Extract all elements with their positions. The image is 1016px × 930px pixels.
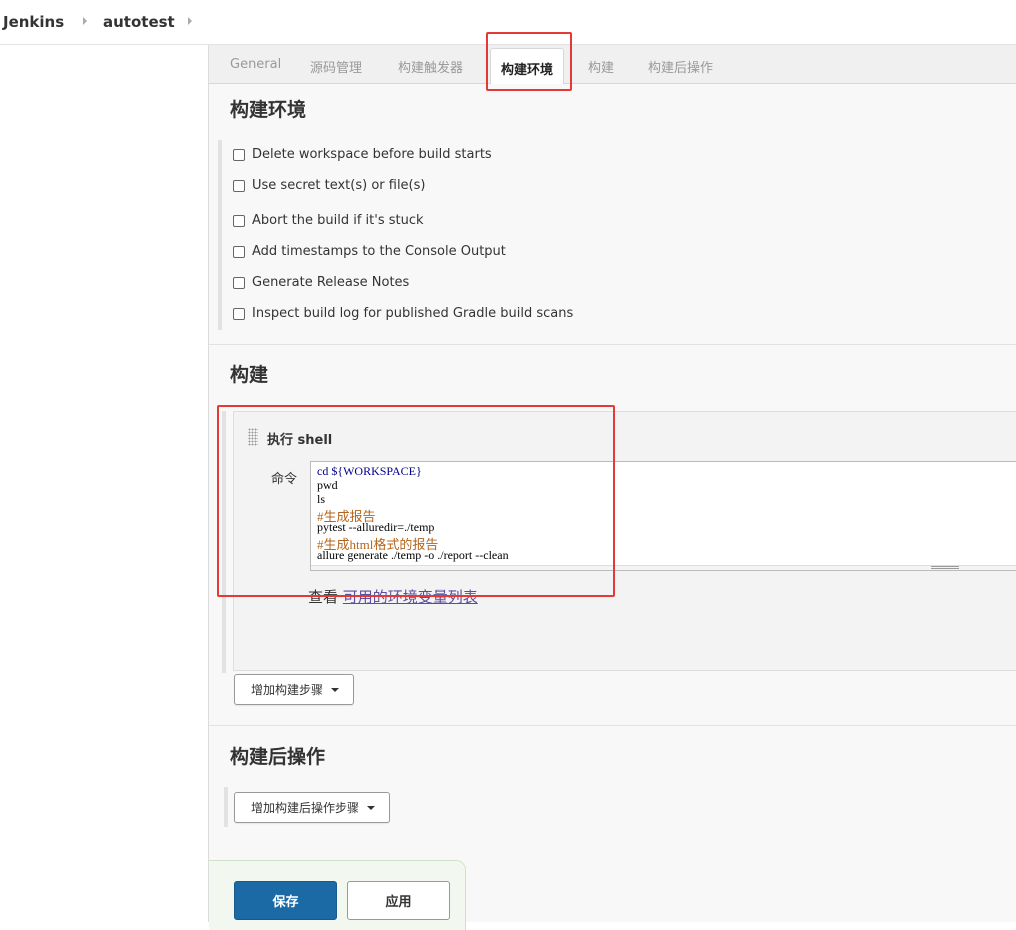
breadcrumb-project[interactable]: autotest bbox=[103, 13, 175, 31]
checkbox[interactable] bbox=[233, 245, 245, 258]
add-build-step-label: 增加构建步骤 bbox=[251, 683, 324, 697]
option-timestamps[interactable]: Add timestamps to the Console Output bbox=[233, 244, 506, 259]
chevron-right-icon[interactable] bbox=[188, 17, 192, 25]
config-panel: General 源码管理 构建触发器 构建环境 构建 构建后操作 构建环境 De… bbox=[208, 32, 1016, 930]
tab-build-triggers[interactable]: 构建触发器 bbox=[398, 57, 463, 76]
add-post-build-step-label: 增加构建后操作步骤 bbox=[251, 801, 360, 815]
section-title-build-environment: 构建环境 bbox=[230, 99, 307, 121]
option-abort-stuck[interactable]: Abort the build if it's stuck bbox=[233, 213, 424, 228]
option-label: Inspect build log for published Gradle b… bbox=[252, 306, 574, 321]
side-panel bbox=[0, 45, 208, 922]
add-post-build-step-button[interactable]: 增加构建后操作步骤 bbox=[234, 792, 391, 823]
build-env-options: Delete workspace before build starts Use… bbox=[218, 140, 1016, 330]
checkbox[interactable] bbox=[233, 148, 245, 161]
tab-scm[interactable]: 源码管理 bbox=[310, 57, 362, 76]
checkbox[interactable] bbox=[233, 179, 245, 192]
option-label: Use secret text(s) or file(s) bbox=[252, 178, 426, 193]
divider bbox=[209, 725, 1016, 726]
option-delete-workspace[interactable]: Delete workspace before build starts bbox=[233, 147, 492, 162]
tab-build[interactable]: 构建 bbox=[588, 57, 614, 76]
caret-down-icon bbox=[367, 805, 376, 810]
tab-general[interactable]: General bbox=[230, 57, 281, 72]
divider bbox=[209, 344, 1016, 345]
section-title-build: 构建 bbox=[230, 364, 269, 386]
step-highlight-box bbox=[217, 405, 615, 597]
chevron-right-icon[interactable] bbox=[83, 17, 87, 25]
post-build-steps bbox=[224, 787, 228, 827]
tab-post-build[interactable]: 构建后操作 bbox=[648, 57, 713, 76]
checkbox[interactable] bbox=[233, 214, 245, 227]
option-label: Abort the build if it's stuck bbox=[252, 213, 424, 228]
save-bar: 保存 应用 bbox=[209, 860, 466, 930]
caret-down-icon bbox=[331, 687, 340, 692]
breadcrumb-jenkins[interactable]: Jenkins bbox=[3, 13, 64, 31]
add-build-step-button[interactable]: 增加构建步骤 bbox=[234, 674, 355, 705]
option-release-notes[interactable]: Generate Release Notes bbox=[233, 275, 409, 290]
resize-grip-icon[interactable] bbox=[931, 566, 959, 569]
apply-button[interactable]: 应用 bbox=[347, 881, 450, 920]
option-secret-text[interactable]: Use secret text(s) or file(s) bbox=[233, 178, 425, 193]
option-gradle-scans[interactable]: Inspect build log for published Gradle b… bbox=[233, 306, 573, 321]
checkbox[interactable] bbox=[233, 307, 245, 320]
checkbox[interactable] bbox=[233, 276, 245, 289]
option-label: Generate Release Notes bbox=[252, 275, 410, 290]
section-title-post-build: 构建后操作 bbox=[230, 746, 326, 768]
save-button[interactable]: 保存 bbox=[234, 881, 337, 920]
config-tabs: General 源码管理 构建触发器 构建环境 构建 构建后操作 bbox=[209, 45, 1016, 84]
option-label: Add timestamps to the Console Output bbox=[252, 244, 506, 259]
option-label: Delete workspace before build starts bbox=[252, 147, 492, 162]
tab-highlight-box bbox=[486, 32, 572, 91]
